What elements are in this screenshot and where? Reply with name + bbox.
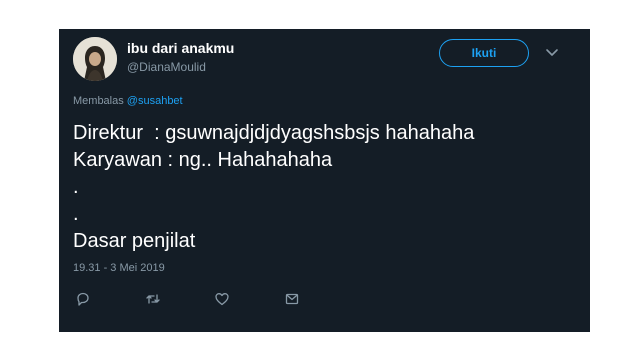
tweet-card: ibu dari anakmu @DianaMoulid Ikuti Memba… — [59, 29, 590, 332]
reply-prefix: Membalas — [73, 95, 127, 107]
tweet-timestamp[interactable]: 19.31 - 3 Mei 2019 — [73, 262, 165, 274]
follow-button[interactable]: Ikuti — [439, 39, 529, 67]
tweet-text-line: Dasar penjilat — [73, 230, 196, 252]
tweet-text-line: Karyawan : ng.. Hahahahaha — [73, 149, 333, 171]
envelope-icon[interactable] — [284, 291, 300, 307]
retweet-icon[interactable] — [145, 291, 161, 307]
tweet-text-line: Direktur : gsuwnajdjdjdyagshsbsjs hahaha… — [73, 122, 475, 144]
chevron-down-icon[interactable] — [545, 45, 559, 59]
user-handle[interactable]: @DianaMoulid — [127, 60, 206, 74]
reply-context: Membalas @susahbet — [73, 95, 183, 107]
display-name[interactable]: ibu dari anakmu — [127, 40, 234, 56]
tweet-text-line: . — [73, 176, 79, 198]
tweet-text-line: . — [73, 203, 79, 225]
tweet-text: Direktur : gsuwnajdjdjdyagshsbsjs hahaha… — [73, 120, 578, 255]
avatar[interactable] — [73, 37, 117, 81]
heart-icon[interactable] — [214, 291, 230, 307]
reply-icon[interactable] — [75, 291, 91, 307]
reply-mention-link[interactable]: @susahbet — [127, 95, 183, 107]
